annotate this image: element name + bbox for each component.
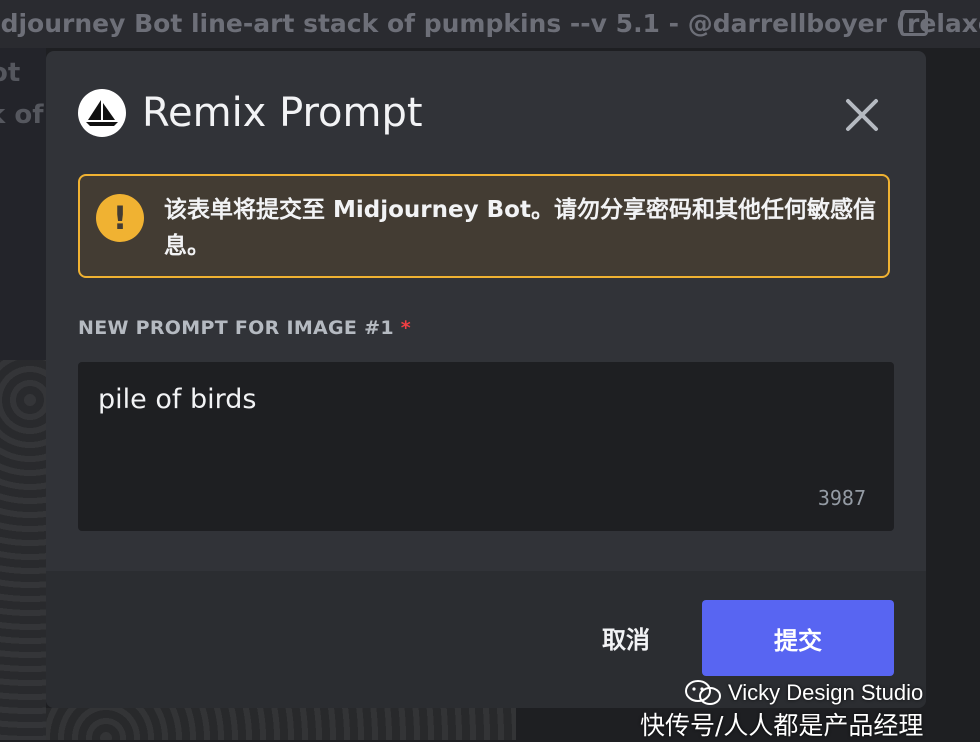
modal-title: Remix Prompt: [142, 90, 423, 136]
wechat-icon: [685, 680, 721, 705]
watermark-line-2: 快传号/人人都是产品经理: [640, 711, 924, 740]
pumpkin-artwork-image: [0, 360, 46, 740]
prompt-field-label-text: NEW PROMPT FOR IMAGE #1: [78, 317, 394, 339]
required-mark: *: [400, 317, 412, 339]
submit-button[interactable]: 提交: [702, 600, 894, 676]
character-count: 3987: [817, 486, 866, 510]
sailboat-icon: [78, 89, 126, 137]
background-side-text-2: k of: [0, 100, 44, 130]
background-channel-header: idjourney Bot line-art stack of pumpkins…: [0, 0, 980, 48]
prompt-input-value[interactable]: pile of birds: [98, 384, 256, 415]
watermark-studio-name: Vicky Design Studio: [728, 680, 924, 705]
close-icon[interactable]: [842, 95, 882, 135]
warning-text: 该表单将提交至 Midjourney Bot。请勿分享密码和其他任何敏感信息。: [164, 197, 876, 259]
background-message-area: ot k of: [0, 48, 46, 740]
background-right: [926, 48, 980, 740]
warning-banner: ! 该表单将提交至 Midjourney Bot。请勿分享密码和其他任何敏感信息…: [78, 174, 890, 278]
prompt-input[interactable]: pile of birds 3987: [78, 362, 894, 531]
image-icon: [900, 10, 928, 36]
watermark-line-1: Vicky Design Studio: [684, 679, 923, 707]
cancel-button[interactable]: 取消: [566, 599, 686, 675]
modal-header: Remix Prompt: [46, 51, 926, 171]
background-header-text: idjourney Bot line-art stack of pumpkins…: [0, 9, 980, 38]
remix-prompt-modal: Remix Prompt ! 该表单将提交至 Midjourney Bot。请勿…: [46, 51, 926, 708]
pumpkin-artwork-image-bottom: [46, 708, 516, 740]
prompt-field-label: NEW PROMPT FOR IMAGE #1 *: [78, 317, 411, 339]
background-side-text-1: ot: [0, 58, 21, 88]
exclamation-icon: !: [96, 194, 144, 242]
